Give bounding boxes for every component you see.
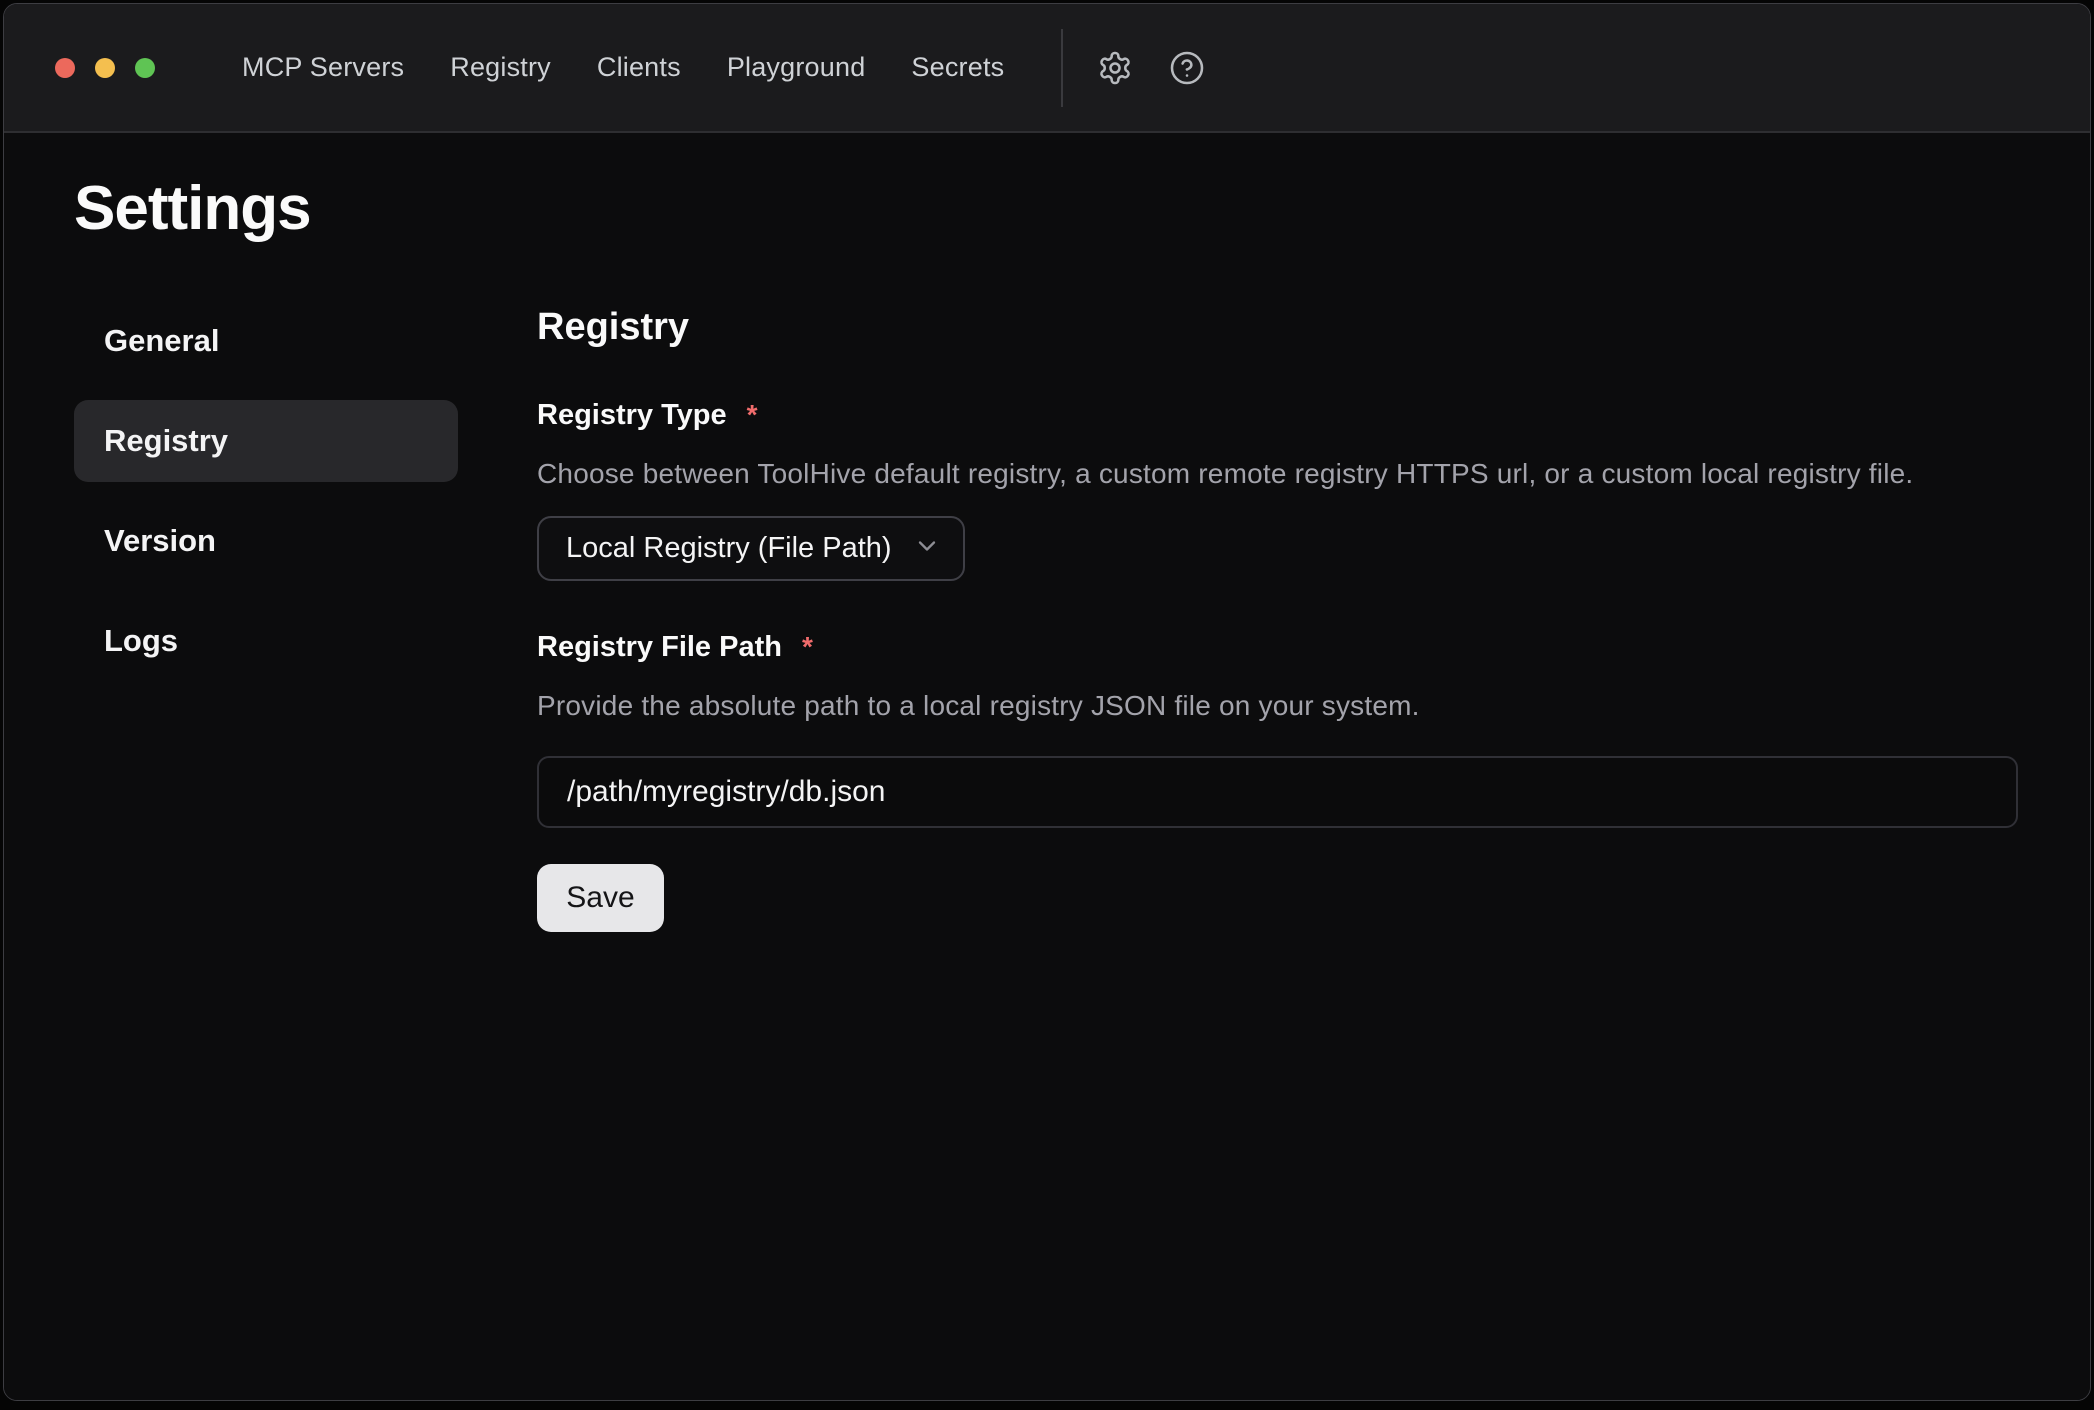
registry-type-description: Choose between ToolHive default registry… [537,458,2018,490]
top-nav: MCP Servers Registry Clients Playground … [242,52,1004,83]
settings-page: Settings General Registry Version Logs R… [4,133,2090,1400]
traffic-lights [55,58,155,78]
required-asterisk: * [802,631,813,663]
registry-type-selected-value: Local Registry (File Path) [566,532,892,565]
sidebar-item-general[interactable]: General [74,300,458,382]
sidebar-item-registry[interactable]: Registry [74,400,458,482]
settings-sidebar: General Registry Version Logs [74,300,458,932]
registry-file-path-input[interactable] [537,756,2018,828]
nav-item-mcp-servers[interactable]: MCP Servers [242,52,404,83]
registry-file-path-label-row: Registry File Path * [537,631,2018,664]
sidebar-item-version[interactable]: Version [74,500,458,582]
settings-gear-button[interactable] [1095,48,1135,88]
section-heading: Registry [537,306,2018,349]
registry-file-path-description: Provide the absolute path to a local reg… [537,690,2018,722]
registry-type-label-row: Registry Type * [537,399,2018,432]
titlebar: MCP Servers Registry Clients Playground … [4,4,2090,133]
minimize-window-button[interactable] [95,58,115,78]
registry-type-select[interactable]: Local Registry (File Path) [537,516,965,581]
nav-item-registry[interactable]: Registry [450,52,551,83]
help-icon [1169,50,1205,86]
registry-type-label: Registry Type [537,399,727,432]
app-window: MCP Servers Registry Clients Playground … [3,3,2091,1401]
close-window-button[interactable] [55,58,75,78]
gear-icon [1097,50,1133,86]
titlebar-divider [1061,29,1063,107]
zoom-window-button[interactable] [135,58,155,78]
nav-item-secrets[interactable]: Secrets [911,52,1004,83]
chevron-down-icon [893,532,941,565]
titlebar-icons [1095,48,1207,88]
nav-item-playground[interactable]: Playground [727,52,866,83]
help-button[interactable] [1167,48,1207,88]
registry-file-path-label: Registry File Path [537,631,782,664]
nav-item-clients[interactable]: Clients [597,52,681,83]
save-button[interactable]: Save [537,864,664,932]
registry-settings-panel: Registry Registry Type * Choose between … [537,300,2018,932]
required-asterisk: * [747,399,758,431]
page-title: Settings [74,173,2018,244]
sidebar-item-logs[interactable]: Logs [74,600,458,682]
